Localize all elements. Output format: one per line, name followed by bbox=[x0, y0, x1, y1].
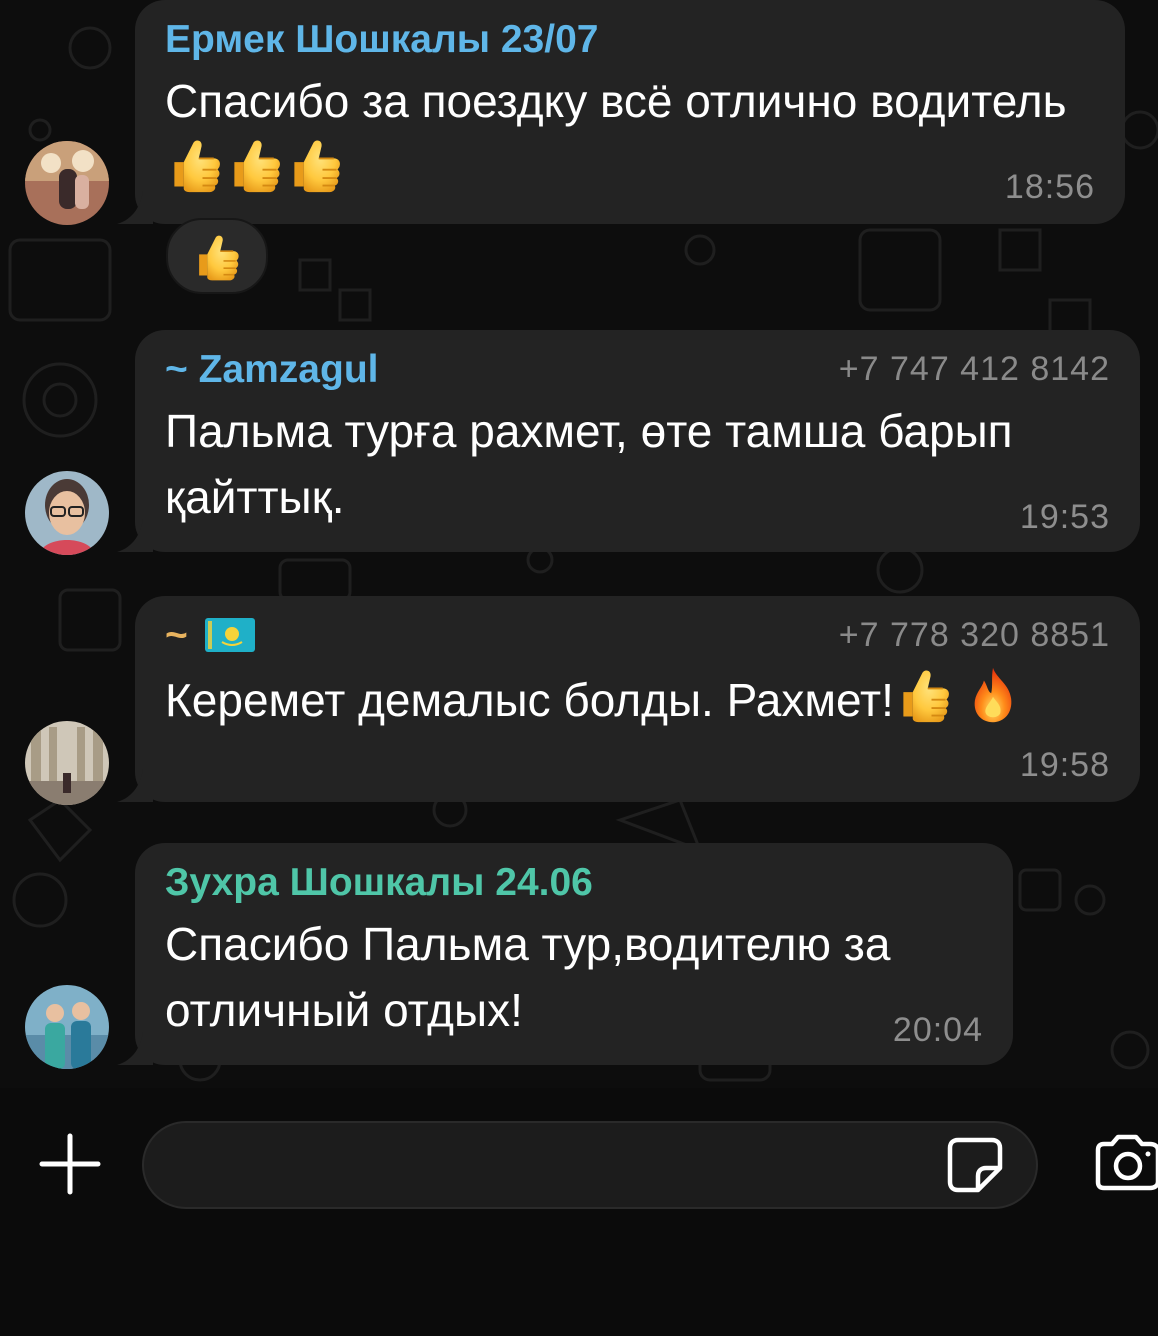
message-time: 19:58 bbox=[1019, 746, 1110, 784]
message-time: 20:04 bbox=[892, 1011, 983, 1049]
sender-avatar[interactable] bbox=[25, 985, 109, 1069]
message-time: 18:56 bbox=[1004, 168, 1095, 206]
thumbs-up-emoji bbox=[225, 134, 285, 194]
chat-area[interactable]: Ермек Шошкалы 23/07 Спасибо за поездку в… bbox=[0, 0, 1158, 1088]
sender-avatar[interactable] bbox=[25, 471, 109, 555]
reaction-badge[interactable] bbox=[166, 218, 268, 294]
message-time: 19:53 bbox=[1019, 498, 1110, 536]
fire-emoji bbox=[964, 666, 1022, 724]
sender-avatar[interactable] bbox=[25, 721, 109, 805]
sticker-icon[interactable] bbox=[944, 1134, 1006, 1196]
thumbs-up-emoji bbox=[894, 664, 954, 724]
message-text: Керемет демалыс болды. Рахмет! bbox=[165, 664, 1110, 733]
message-bubble[interactable]: ~ +7 778 320 8851 Керемет демалыс болды.… bbox=[117, 596, 1140, 802]
message-text: Спасибо за поездку всё отлично водитель bbox=[165, 68, 1095, 203]
message-text-content: Спасибо Пальма тур,водителю за отличный … bbox=[165, 918, 891, 1036]
thumbs-up-emoji bbox=[285, 134, 345, 194]
message-bubble[interactable]: ~ Zamzagul +7 747 412 8142 Пальма турға … bbox=[117, 330, 1140, 552]
sender-name[interactable]: ~ Zamzagul bbox=[165, 348, 378, 391]
sender-phone[interactable]: +7 778 320 8851 bbox=[839, 616, 1110, 655]
sender-name[interactable]: Ермек Шошкалы 23/07 bbox=[165, 18, 598, 61]
sender-name[interactable]: ~ bbox=[165, 614, 255, 657]
message-text-content: Керемет демалыс болды. Рахмет! bbox=[165, 674, 894, 726]
message-text-content: Спасибо за поездку всё отлично водитель bbox=[165, 75, 1067, 127]
sender-phone[interactable]: +7 747 412 8142 bbox=[839, 350, 1110, 389]
message-bubble[interactable]: Зухра Шошкалы 24.06 Спасибо Пальма тур,в… bbox=[117, 843, 1013, 1065]
thumbs-up-emoji bbox=[165, 134, 225, 194]
message-text: Спасибо Пальма тур,водителю за отличный … bbox=[165, 911, 983, 1043]
message-text: Пальма турға рахмет, өте тамша барып қай… bbox=[165, 398, 1110, 530]
kazakhstan-flag-icon bbox=[204, 618, 255, 652]
sender-name[interactable]: Зухра Шошкалы 24.06 bbox=[165, 861, 593, 904]
message-bubble[interactable]: Ермек Шошкалы 23/07 Спасибо за поездку в… bbox=[117, 0, 1125, 224]
sender-avatar[interactable] bbox=[25, 141, 109, 225]
camera-icon[interactable] bbox=[1092, 1134, 1158, 1192]
thumbs-up-emoji bbox=[191, 230, 243, 282]
message-input[interactable] bbox=[142, 1121, 1038, 1209]
plus-icon[interactable] bbox=[38, 1132, 102, 1196]
message-text-content: Пальма турға рахмет, өте тамша барып қай… bbox=[165, 405, 1013, 523]
sender-name-text: ~ bbox=[165, 614, 188, 657]
